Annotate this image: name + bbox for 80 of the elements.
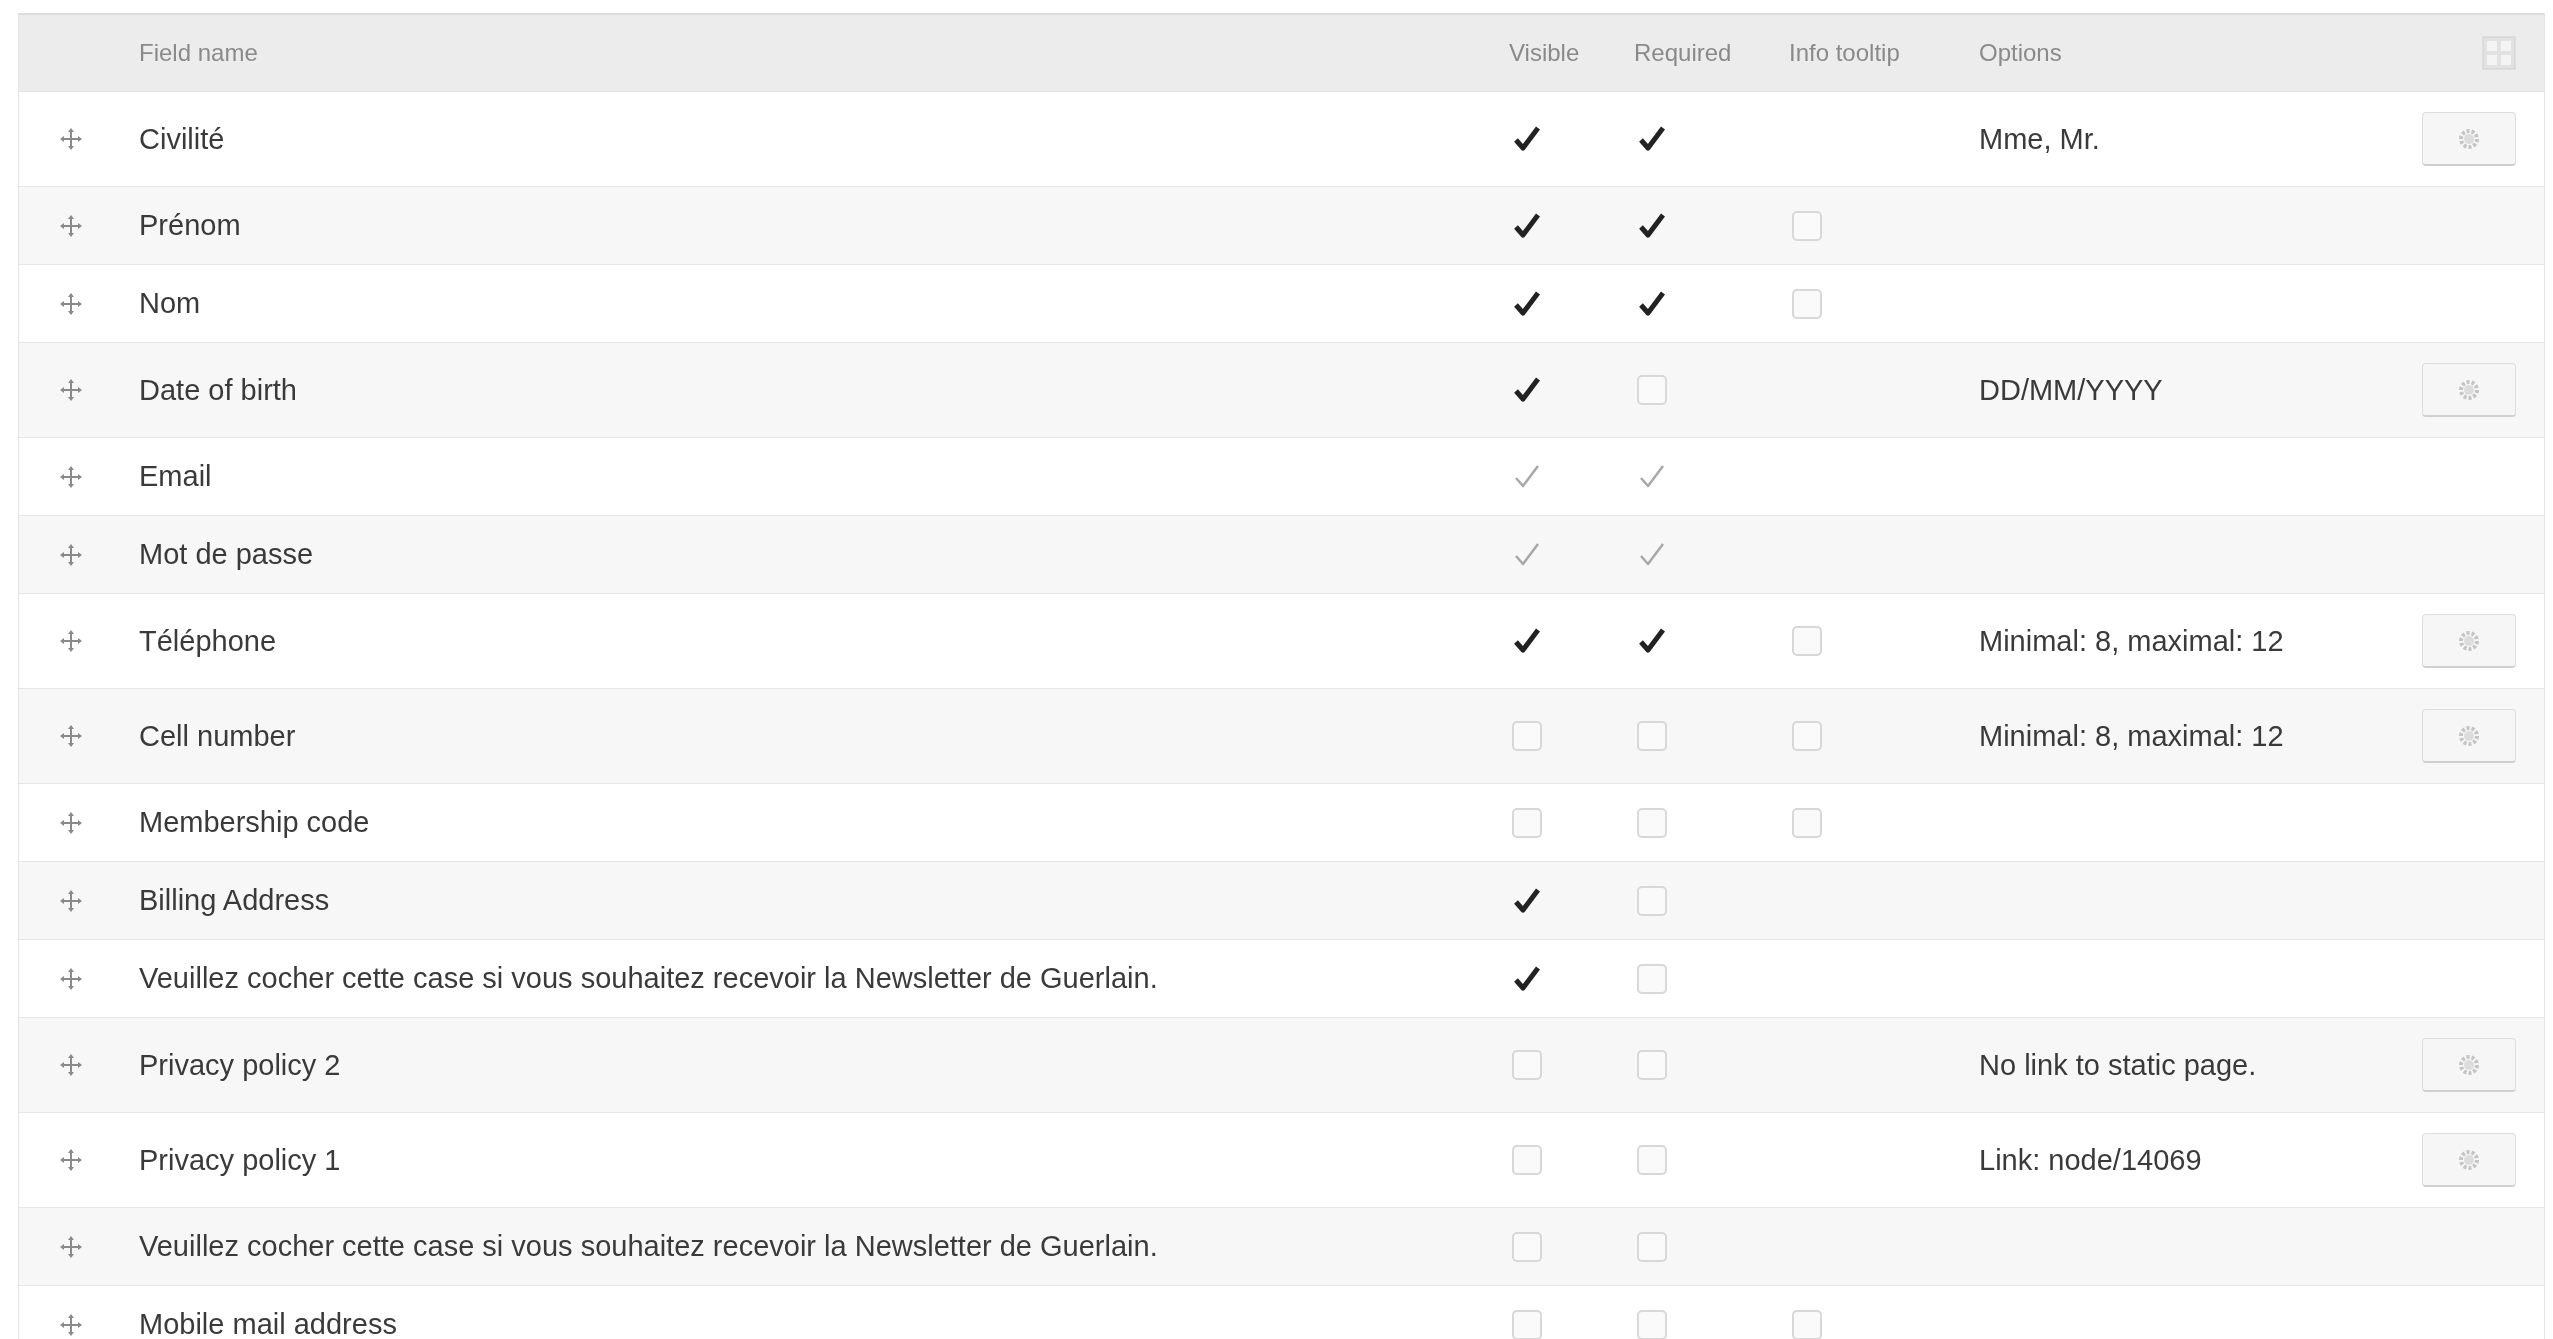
drag-handle-icon[interactable] [59, 127, 83, 151]
gear-icon [2458, 378, 2480, 401]
checkbox[interactable] [1512, 124, 1542, 154]
drag-handle-icon[interactable] [59, 291, 83, 316]
drag-handle-icon[interactable] [59, 542, 83, 567]
checkbox[interactable] [1792, 721, 1822, 751]
drag-handle-icon[interactable] [59, 1234, 83, 1259]
drag-handle-icon[interactable] [59, 1053, 83, 1077]
drag-handle-icon[interactable] [59, 1312, 83, 1337]
field-name: Date of birth [139, 373, 297, 407]
drag-handle-icon[interactable] [59, 1148, 83, 1172]
checkbox[interactable] [1512, 1145, 1542, 1175]
gear-icon [2458, 1053, 2480, 1076]
column-header: Info tooltip [1789, 39, 1900, 67]
drag-handle-icon[interactable] [59, 966, 83, 991]
checkbox[interactable] [1637, 721, 1667, 751]
checkbox[interactable] [1637, 807, 1667, 838]
checkbox[interactable] [1512, 721, 1542, 751]
column-header: Field name [139, 39, 258, 67]
columns-icon [2482, 36, 2516, 70]
drag-handle-icon[interactable] [59, 629, 83, 653]
checkbox[interactable] [1637, 963, 1667, 994]
checkbox[interactable] [1792, 807, 1822, 838]
checkbox[interactable] [1637, 1231, 1667, 1262]
gear-icon [2458, 1148, 2480, 1171]
drag-handle-icon[interactable] [59, 464, 83, 489]
column-header: Options [1979, 39, 2062, 67]
gear-icon [2458, 724, 2480, 747]
field-name: Veuillez cocher cette case si vous souhaitez recevoir la Newsletter de Guerlain. [139, 1230, 1158, 1263]
drag-handle-icon[interactable] [59, 810, 83, 835]
settings-button[interactable] [2422, 709, 2516, 763]
options-text: Mme, Mr. [1978, 122, 2100, 156]
settings-button[interactable] [2422, 1038, 2516, 1092]
settings-button[interactable] [2422, 112, 2516, 166]
field-name: Cell number [139, 719, 296, 753]
options-text: Minimal: 8, maximal: 12 [1978, 624, 2284, 658]
options-text: No link to static page. [1978, 1048, 2257, 1082]
column-header: Required [1634, 39, 1732, 67]
column-header: Visible [1509, 39, 1580, 67]
checkbox[interactable] [1792, 210, 1822, 241]
gear-icon [2458, 629, 2480, 652]
options-text: Link: node/14069 [1978, 1143, 2202, 1177]
field-name: Privacy policy 2 [139, 1048, 341, 1082]
checkbox[interactable] [1512, 1231, 1542, 1262]
options-text: Minimal: 8, maximal: 12 [1978, 719, 2284, 753]
field-name: Veuillez cocher cette case si vous souhaitez recevoir la Newsletter de Guerlain. [139, 962, 1158, 995]
checkbox[interactable] [1637, 1050, 1667, 1080]
checkbox[interactable] [1792, 288, 1822, 319]
checkbox[interactable] [1512, 1309, 1542, 1339]
checkbox[interactable] [1512, 1050, 1542, 1080]
options-text: DD/MM/YYYY [1978, 373, 2163, 407]
field-name: Privacy policy 1 [139, 1143, 341, 1177]
field-name: Téléphone [139, 624, 277, 658]
checkbox[interactable] [1637, 1145, 1667, 1175]
settings-button[interactable] [2422, 363, 2516, 417]
checkbox[interactable] [1637, 626, 1667, 656]
field-name: Prénom [139, 209, 241, 242]
field-name: Billing Address [139, 884, 330, 917]
drag-handle-icon[interactable] [59, 724, 83, 748]
checkbox[interactable] [1512, 375, 1542, 405]
checkbox[interactable] [1512, 807, 1542, 838]
checkbox[interactable] [1792, 626, 1822, 656]
settings-button[interactable] [2422, 1133, 2516, 1187]
field-name: Mobile mail address [139, 1308, 397, 1339]
gear-icon [2458, 127, 2480, 150]
field-name: Membership code [139, 806, 370, 839]
field-name: Nom [139, 287, 201, 320]
checkbox[interactable] [1637, 885, 1667, 916]
checkbox[interactable] [1512, 626, 1542, 656]
settings-button[interactable] [2422, 614, 2516, 668]
field-name: Mot de passe [139, 538, 314, 571]
checkbox[interactable] [1792, 1309, 1822, 1339]
checkbox[interactable] [1637, 375, 1667, 405]
field-name: Email [139, 460, 212, 493]
checkbox[interactable] [1637, 124, 1667, 154]
field-name: Civilité [139, 122, 225, 156]
drag-handle-icon[interactable] [59, 213, 83, 238]
drag-handle-icon[interactable] [59, 378, 83, 402]
checkbox[interactable] [1637, 1309, 1667, 1339]
drag-handle-icon[interactable] [59, 888, 83, 913]
